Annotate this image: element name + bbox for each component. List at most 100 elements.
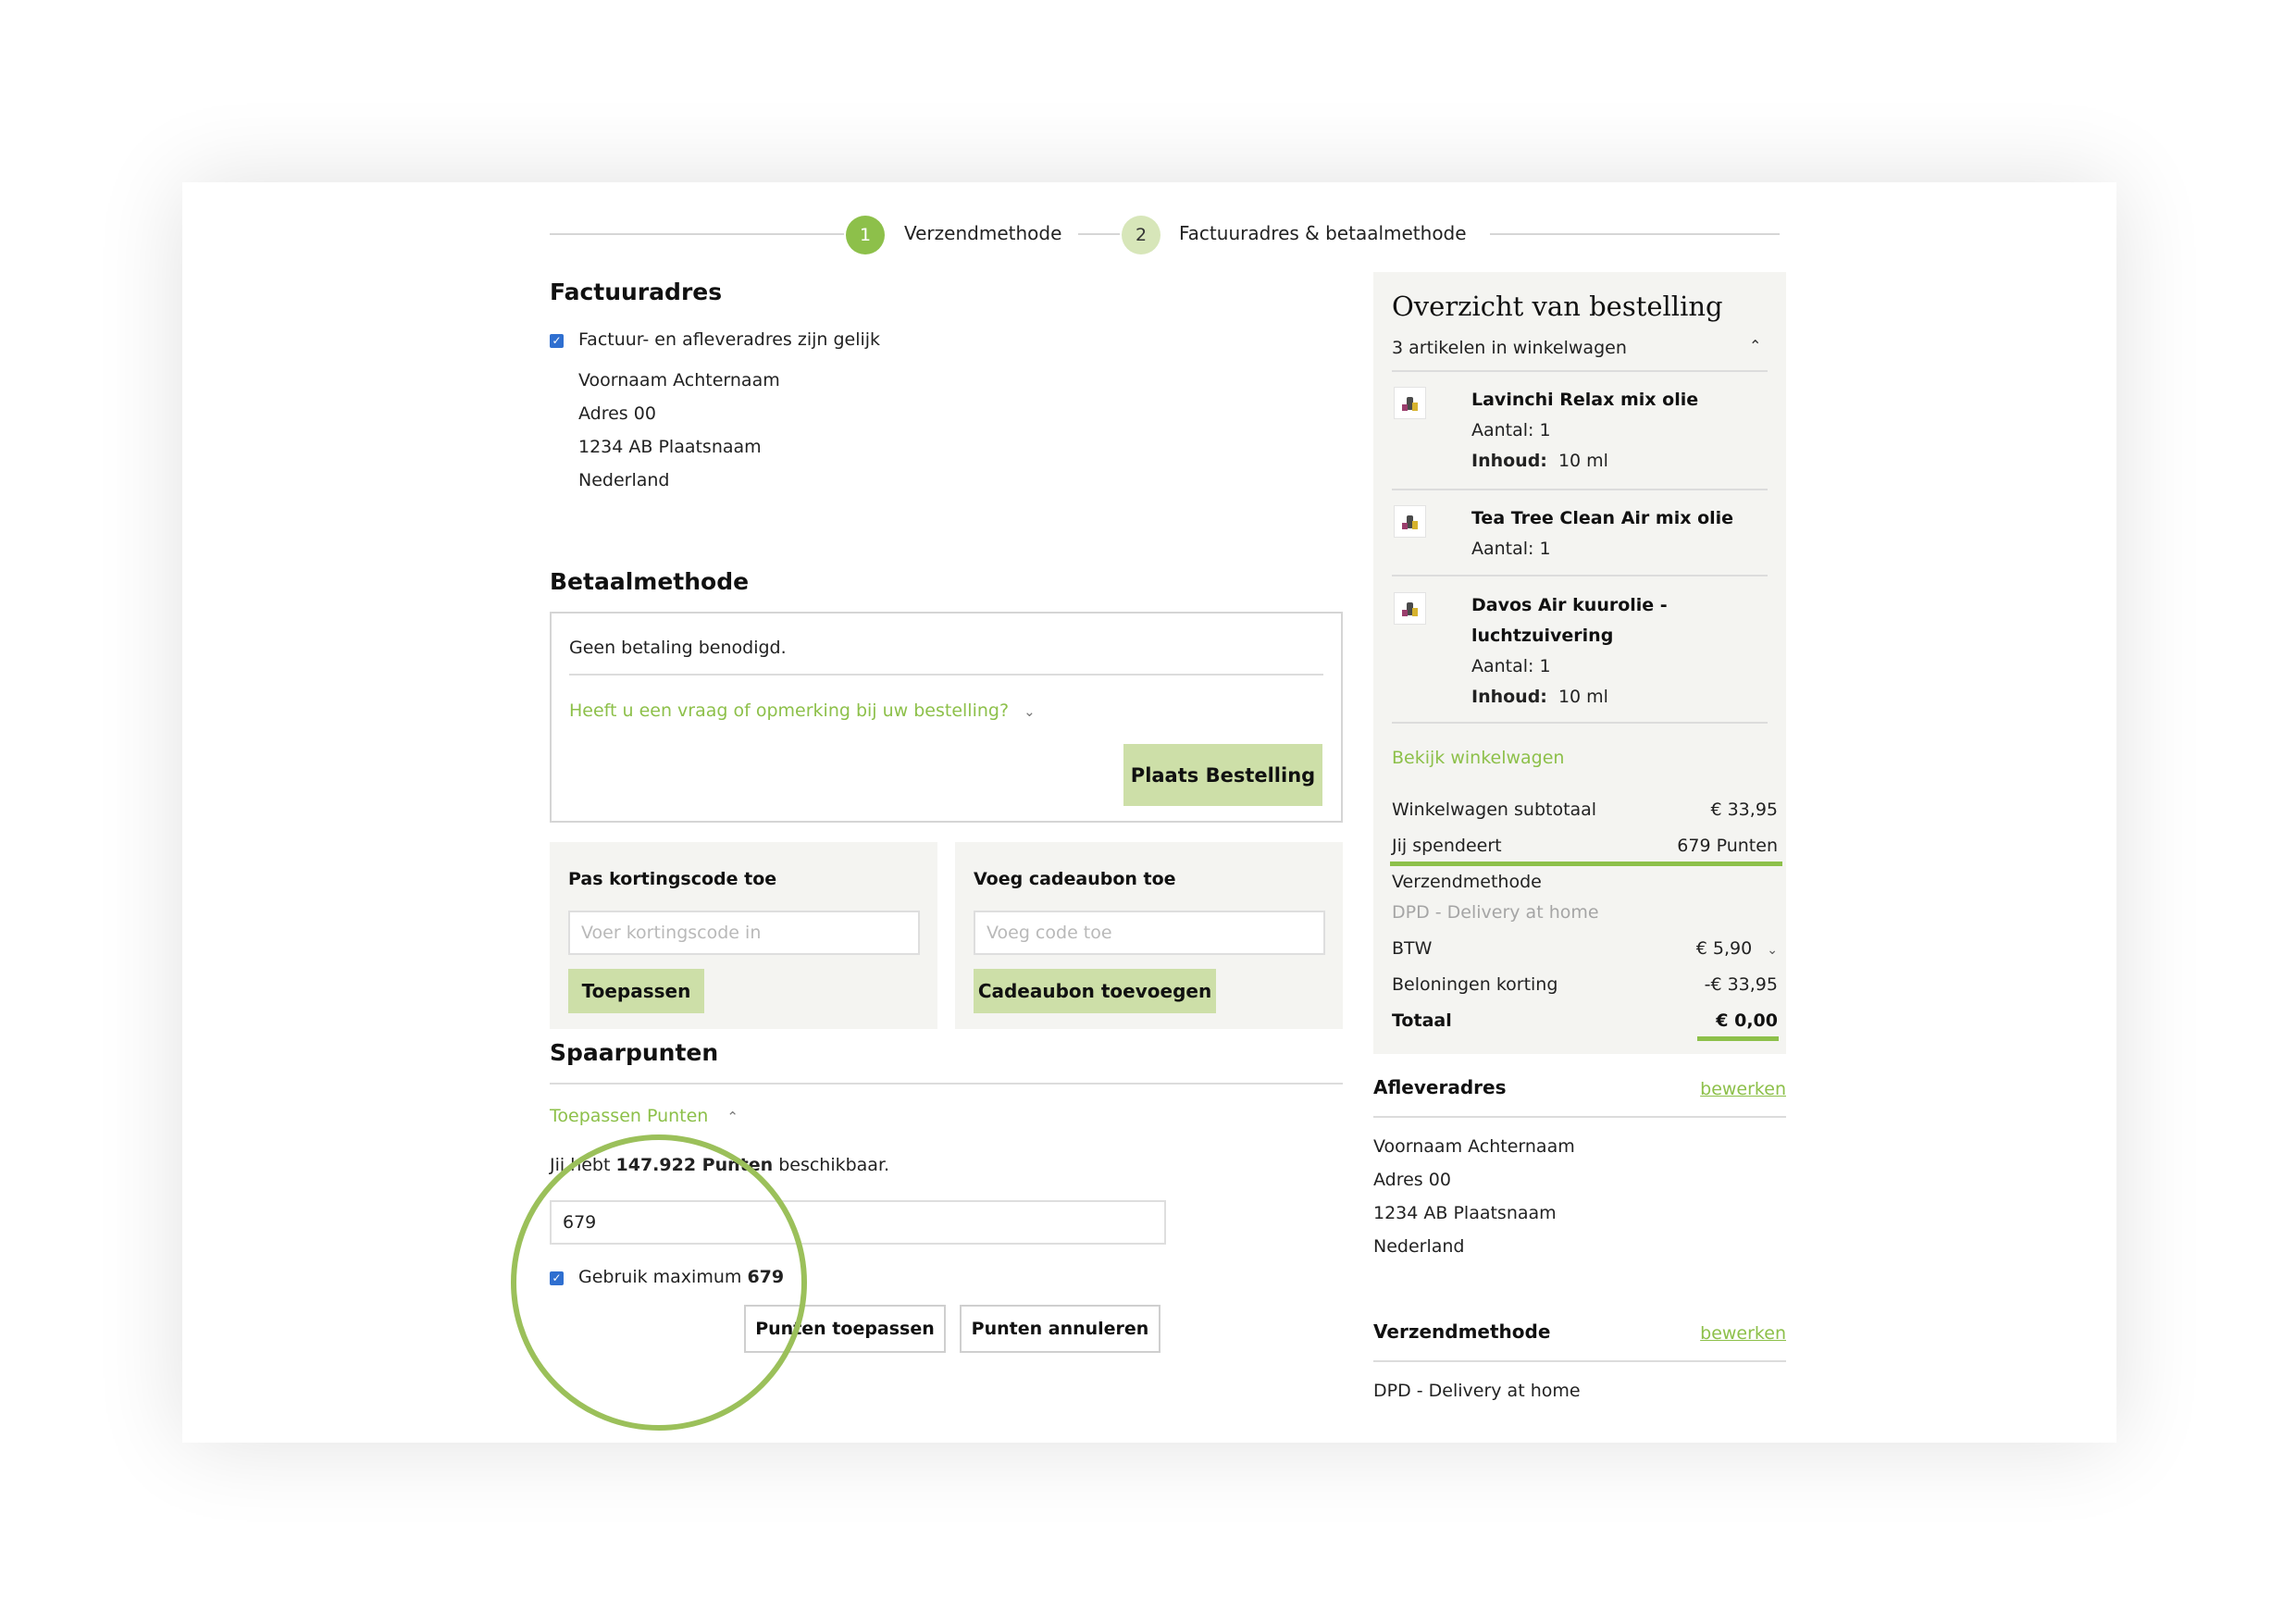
delivery-address-line-3: 1234 AB Plaatsnaam <box>1373 1203 1557 1223</box>
progress-line-right <box>1490 233 1780 235</box>
use-max-value: 679 <box>747 1267 785 1287</box>
shipping-method-title: Verzendmethode <box>1373 1320 1551 1343</box>
apply-points-toggle[interactable]: Toepassen Punten ⌃ <box>550 1106 738 1126</box>
discount-code-input[interactable]: Voer kortingscode in <box>568 911 920 955</box>
chevron-up-icon: ⌃ <box>726 1109 738 1125</box>
item-3-content: Inhoud: 10 ml <box>1471 687 1608 707</box>
step-1-label[interactable]: Verzendmethode <box>904 222 1061 244</box>
product-thumbnail-1 <box>1394 387 1426 419</box>
vat-value[interactable]: € 5,90 ⌄ <box>1696 938 1778 959</box>
subtotal-value: € 33,95 <box>1710 800 1778 820</box>
points-input-value: 679 <box>563 1212 597 1233</box>
payment-title: Betaalmethode <box>550 568 750 595</box>
spend-highlight-bar <box>1390 862 1782 866</box>
discount-title: Pas kortingscode toe <box>568 869 777 889</box>
same-address-label[interactable]: Factuur- en afleveradres zijn gelijk <box>578 329 880 350</box>
points-input[interactable]: 679 <box>550 1200 1166 1245</box>
summary-divider-2 <box>1392 575 1768 576</box>
points-available-amount: 147.922 Punten <box>615 1155 774 1175</box>
payment-divider <box>569 674 1323 676</box>
order-question-link[interactable]: Heeft u een vraag of opmerking bij uw be… <box>569 700 1036 721</box>
points-available-prefix: Jij hebt <box>550 1155 611 1175</box>
item-2-qty: Aantal: 1 <box>1471 539 1551 559</box>
subtotal-label: Winkelwagen subtotaal <box>1392 800 1597 820</box>
item-3-name-line-2: luchtzuivering <box>1471 626 1614 646</box>
spend-value: 679 Punten <box>1677 836 1778 856</box>
edit-shipping-link[interactable]: bewerken <box>1700 1323 1786 1344</box>
use-max-label[interactable]: Gebruik maximum 679 <box>578 1267 784 1287</box>
view-cart-link[interactable]: Bekijk winkelwagen <box>1392 748 1564 768</box>
shipping-method-value: DPD - Delivery at home <box>1373 1381 1581 1401</box>
giftcard-title: Voeg cadeaubon toe <box>974 869 1176 889</box>
spend-label: Jij spendeert <box>1392 836 1502 856</box>
summary-divider-top <box>1392 370 1768 372</box>
summary-divider-3 <box>1392 722 1768 724</box>
place-order-button[interactable]: Plaats Bestelling <box>1123 744 1322 806</box>
add-giftcard-button[interactable]: Cadeaubon toevoegen <box>974 969 1216 1013</box>
progress-line-left <box>550 233 844 235</box>
item-3-name-line-1: Davos Air kuurolie - <box>1471 595 1668 615</box>
product-thumbnail-2 <box>1394 505 1426 538</box>
billing-address-line-2: Adres 00 <box>578 403 656 424</box>
points-divider <box>550 1083 1343 1085</box>
item-3-content-value: 10 ml <box>1558 687 1608 707</box>
item-1-content-label: Inhoud: <box>1471 451 1547 471</box>
step-1-number: 1 <box>859 225 872 245</box>
chevron-down-icon: ⌄ <box>1767 943 1778 958</box>
item-1-name: Lavinchi Relax mix olie <box>1471 390 1699 410</box>
cancel-points-button[interactable]: Punten annuleren <box>960 1305 1160 1353</box>
item-1-qty: Aantal: 1 <box>1471 420 1551 440</box>
apply-points-button[interactable]: Punten toepassen <box>744 1305 946 1353</box>
delivery-title: Afleveradres <box>1373 1076 1507 1098</box>
step-2-circle[interactable]: 2 <box>1122 216 1160 254</box>
use-max-text: Gebruik maximum <box>578 1267 742 1287</box>
chevron-down-icon: ⌄ <box>1024 703 1036 720</box>
item-3-content-label: Inhoud: <box>1471 687 1547 707</box>
order-question-text: Heeft u een vraag of opmerking bij uw be… <box>569 700 1010 721</box>
vat-label: BTW <box>1392 938 1433 959</box>
apply-points-toggle-text: Toepassen Punten <box>550 1106 709 1126</box>
item-1-content: Inhoud: 10 ml <box>1471 451 1608 471</box>
discount-placeholder: Voer kortingscode in <box>581 923 762 943</box>
billing-address-line-1: Voornaam Achternaam <box>578 370 780 391</box>
same-address-checkbox[interactable]: ✓ <box>550 334 564 348</box>
step-1-circle[interactable]: 1 <box>846 216 885 254</box>
billing-address-line-3: 1234 AB Plaatsnaam <box>578 437 762 457</box>
total-highlight-bar <box>1697 1036 1779 1041</box>
checkout-card: 1 Verzendmethode 2 Factuuradres & betaal… <box>182 182 2116 1443</box>
step-2-number: 2 <box>1135 225 1148 245</box>
points-title: Spaarpunten <box>550 1039 719 1066</box>
step-2-label[interactable]: Factuuradres & betaalmethode <box>1179 222 1467 244</box>
progress-line-mid <box>1078 233 1120 235</box>
summary-title: Overzicht van bestelling <box>1392 291 1723 322</box>
points-available-text: Jij hebt 147.922 Punten beschikbaar. <box>550 1155 889 1175</box>
rewards-value: -€ 33,95 <box>1704 974 1778 995</box>
points-available-suffix: beschikbaar. <box>778 1155 890 1175</box>
delivery-address-line-1: Voornaam Achternaam <box>1373 1136 1575 1157</box>
delivery-address-line-2: Adres 00 <box>1373 1170 1451 1190</box>
delivery-divider <box>1373 1116 1786 1118</box>
giftcard-code-input[interactable]: Voeg code toe <box>974 911 1325 955</box>
billing-address-line-4: Nederland <box>578 470 670 490</box>
use-max-checkbox[interactable]: ✓ <box>550 1271 564 1285</box>
edit-delivery-link[interactable]: bewerken <box>1700 1079 1786 1099</box>
summary-divider-1 <box>1392 489 1768 490</box>
item-1-content-value: 10 ml <box>1558 451 1608 471</box>
billing-title: Factuuradres <box>550 279 723 305</box>
apply-discount-button[interactable]: Toepassen <box>568 969 704 1013</box>
delivery-address-line-4: Nederland <box>1373 1236 1465 1257</box>
product-thumbnail-3 <box>1394 592 1426 625</box>
item-3-qty: Aantal: 1 <box>1471 656 1551 676</box>
giftcard-placeholder: Voeg code toe <box>987 923 1112 943</box>
shipping-label: Verzendmethode <box>1392 872 1542 892</box>
vat-amount: € 5,90 <box>1695 938 1753 959</box>
cart-collapse-icon[interactable]: ⌃ <box>1749 337 1761 354</box>
shipping-value: DPD - Delivery at home <box>1392 902 1599 923</box>
no-payment-text: Geen betaling benodigd. <box>569 638 787 658</box>
item-2-name: Tea Tree Clean Air mix olie <box>1471 508 1734 528</box>
total-label: Totaal <box>1392 1010 1452 1031</box>
shipping-method-divider <box>1373 1360 1786 1362</box>
rewards-label: Beloningen korting <box>1392 974 1558 995</box>
total-value: € 0,00 <box>1716 1010 1778 1031</box>
cart-count[interactable]: 3 artikelen in winkelwagen <box>1392 338 1627 358</box>
